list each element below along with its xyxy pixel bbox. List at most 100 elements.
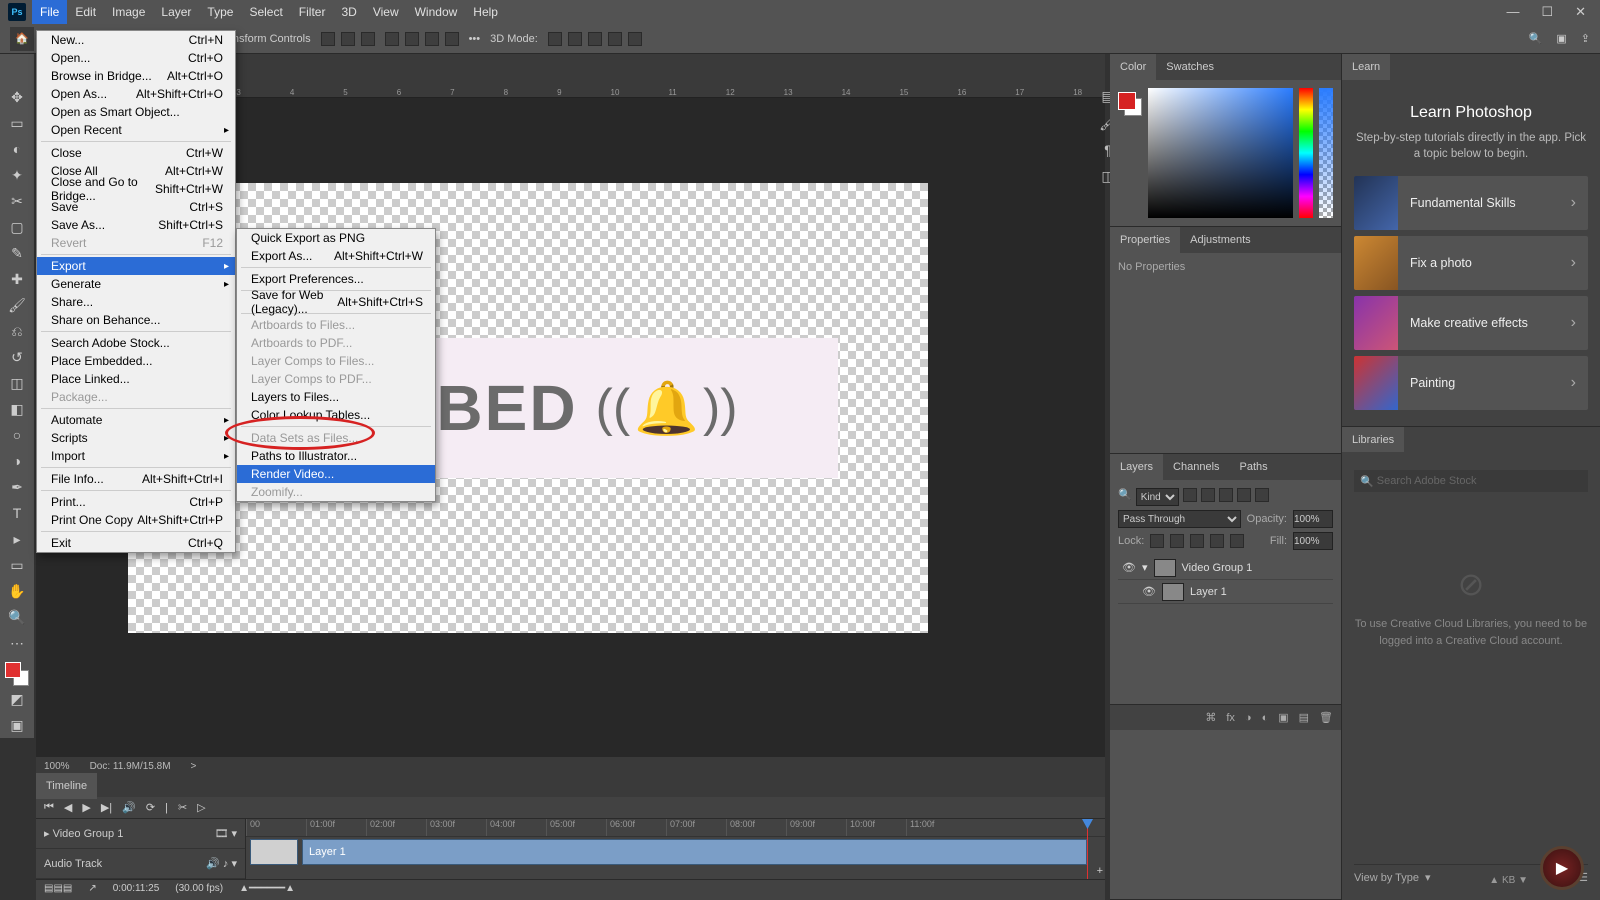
- type-tool-icon[interactable]: T: [5, 501, 29, 525]
- menu-item[interactable]: Open As...Alt+Shift+Ctrl+O: [37, 85, 235, 103]
- tab-channels[interactable]: Channels: [1163, 454, 1229, 480]
- learn-item[interactable]: Make creative effects›: [1354, 296, 1588, 350]
- menu-item[interactable]: ExitCtrl+Q: [37, 534, 235, 552]
- eyedropper-tool-icon[interactable]: ✎: [5, 241, 29, 265]
- menu-item[interactable]: Automate: [37, 411, 235, 429]
- align-left-icon[interactable]: [321, 32, 335, 46]
- eraser-tool-icon[interactable]: ◫: [5, 371, 29, 395]
- zoom-tool-icon[interactable]: 🔍: [5, 605, 29, 629]
- minimize-icon[interactable]: —: [1506, 4, 1519, 20]
- playhead[interactable]: [1087, 819, 1088, 879]
- menu-item[interactable]: Scripts: [37, 429, 235, 447]
- distribute-icon[interactable]: [445, 32, 459, 46]
- menu-item[interactable]: Open...Ctrl+O: [37, 49, 235, 67]
- new-layer-icon[interactable]: ▤: [1299, 711, 1309, 724]
- timeline-clip[interactable]: [250, 839, 298, 865]
- menu-item[interactable]: Share...: [37, 293, 235, 311]
- healing-tool-icon[interactable]: ✚: [5, 267, 29, 291]
- tab-adjustments[interactable]: Adjustments: [1180, 227, 1261, 253]
- split-icon[interactable]: ✂: [178, 801, 187, 814]
- tab-paths[interactable]: Paths: [1230, 454, 1278, 480]
- next-frame-icon[interactable]: ▶|: [101, 801, 112, 814]
- loop-icon[interactable]: ⟳: [146, 801, 155, 814]
- mask-icon[interactable]: ◑: [1245, 712, 1252, 724]
- screen-mode-icon[interactable]: ▣: [5, 713, 29, 737]
- 3d-icon[interactable]: [568, 32, 582, 46]
- menu-item[interactable]: Place Linked...: [37, 370, 235, 388]
- group-icon[interactable]: ▣: [1278, 711, 1288, 724]
- tab-libraries[interactable]: Libraries: [1342, 427, 1404, 453]
- menu-item[interactable]: Quick Export as PNG: [237, 229, 435, 247]
- distribute-icon[interactable]: [385, 32, 399, 46]
- hand-tool-icon[interactable]: ✋: [5, 579, 29, 603]
- 3d-icon[interactable]: [608, 32, 622, 46]
- quick-mask-icon[interactable]: ◩: [5, 687, 29, 711]
- video-play-overlay-icon[interactable]: ▶: [1540, 846, 1584, 890]
- menu-item[interactable]: Color Lookup Tables...: [237, 406, 435, 424]
- menu-item[interactable]: Place Embedded...: [37, 352, 235, 370]
- layer-row[interactable]: 👁 ▾ Video Group 1: [1118, 556, 1333, 580]
- menu-item[interactable]: Save As...Shift+Ctrl+S: [37, 216, 235, 234]
- move-tool-icon[interactable]: ✥: [5, 85, 29, 109]
- pen-tool-icon[interactable]: ✒: [5, 475, 29, 499]
- visibility-icon[interactable]: 👁: [1142, 585, 1156, 598]
- frame-tool-icon[interactable]: ▢: [5, 215, 29, 239]
- menu-item[interactable]: Browse in Bridge...Alt+Ctrl+O: [37, 67, 235, 85]
- path-select-icon[interactable]: ▸: [5, 527, 29, 551]
- trash-icon[interactable]: 🗑: [1319, 711, 1333, 724]
- learn-item[interactable]: Fundamental Skills›: [1354, 176, 1588, 230]
- visibility-icon[interactable]: 👁: [1122, 561, 1136, 574]
- menu-image[interactable]: Image: [104, 0, 153, 24]
- play-icon[interactable]: ▶: [82, 801, 90, 814]
- lasso-tool-icon[interactable]: ◐: [5, 137, 29, 161]
- history-brush-icon[interactable]: ↺: [5, 345, 29, 369]
- menu-item[interactable]: Print One CopyAlt+Shift+Ctrl+P: [37, 511, 235, 529]
- menu-item[interactable]: Import: [37, 447, 235, 465]
- menu-help[interactable]: Help: [465, 0, 506, 24]
- menu-item[interactable]: Open as Smart Object...: [37, 103, 235, 121]
- menu-item[interactable]: Layers to Files...: [237, 388, 435, 406]
- blur-tool-icon[interactable]: ○: [5, 423, 29, 447]
- menu-edit[interactable]: Edit: [67, 0, 104, 24]
- menu-item[interactable]: Open Recent: [37, 121, 235, 139]
- menu-item[interactable]: Close and Go to Bridge...Shift+Ctrl+W: [37, 180, 235, 198]
- crop-tool-icon[interactable]: ✂: [5, 189, 29, 213]
- tab-color[interactable]: Color: [1110, 54, 1156, 80]
- align-right-icon[interactable]: [361, 32, 375, 46]
- blend-mode-dropdown[interactable]: Pass Through: [1118, 510, 1241, 528]
- menu-layer[interactable]: Layer: [153, 0, 199, 24]
- search-icon[interactable]: 🔍: [1529, 32, 1543, 45]
- adjustment-icon[interactable]: ◐: [1262, 712, 1269, 724]
- menu-item[interactable]: Render Video...: [237, 465, 435, 483]
- menu-item[interactable]: CloseCtrl+W: [37, 144, 235, 162]
- share-icon[interactable]: ⇪: [1581, 32, 1590, 45]
- first-frame-icon[interactable]: ⏮: [44, 801, 54, 814]
- learn-item[interactable]: Painting›: [1354, 356, 1588, 410]
- menu-item[interactable]: Paths to Illustrator...: [237, 447, 435, 465]
- menu-item[interactable]: SaveCtrl+S: [37, 198, 235, 216]
- menu-item[interactable]: New...Ctrl+N: [37, 31, 235, 49]
- menu-item[interactable]: Export Preferences...: [237, 270, 435, 288]
- menu-item[interactable]: Save for Web (Legacy)...Alt+Shift+Ctrl+S: [237, 293, 435, 311]
- 3d-icon[interactable]: [588, 32, 602, 46]
- color-swatches[interactable]: [5, 662, 29, 686]
- libraries-search[interactable]: 🔍 Search Adobe Stock: [1354, 470, 1588, 492]
- menu-3d[interactable]: 3D: [333, 0, 364, 24]
- tab-properties[interactable]: Properties: [1110, 227, 1180, 253]
- quick-select-tool-icon[interactable]: ✦: [5, 163, 29, 187]
- transition-icon[interactable]: ▷: [197, 801, 205, 814]
- dodge-tool-icon[interactable]: ◑: [5, 449, 29, 473]
- layer-filter-kind[interactable]: Kind: [1136, 488, 1179, 506]
- video-track-header[interactable]: ▸ Video Group 1 🎞 ▾: [36, 819, 245, 849]
- zoom-slider[interactable]: ▲━━━━━━▲: [239, 883, 295, 894]
- shape-tool-icon[interactable]: ▭: [5, 553, 29, 577]
- menu-item[interactable]: Print...Ctrl+P: [37, 493, 235, 511]
- menu-item[interactable]: Share on Behance...: [37, 311, 235, 329]
- audio-track-header[interactable]: Audio Track 🔊 ♪ ▾: [36, 849, 245, 879]
- 3d-icon[interactable]: [628, 32, 642, 46]
- tab-swatches[interactable]: Swatches: [1156, 54, 1224, 80]
- link-layers-icon[interactable]: ⌘: [1205, 711, 1216, 724]
- stamp-tool-icon[interactable]: ⎌: [5, 319, 29, 343]
- maximize-icon[interactable]: ☐: [1541, 4, 1553, 20]
- brush-tool-icon[interactable]: 🖌: [5, 293, 29, 317]
